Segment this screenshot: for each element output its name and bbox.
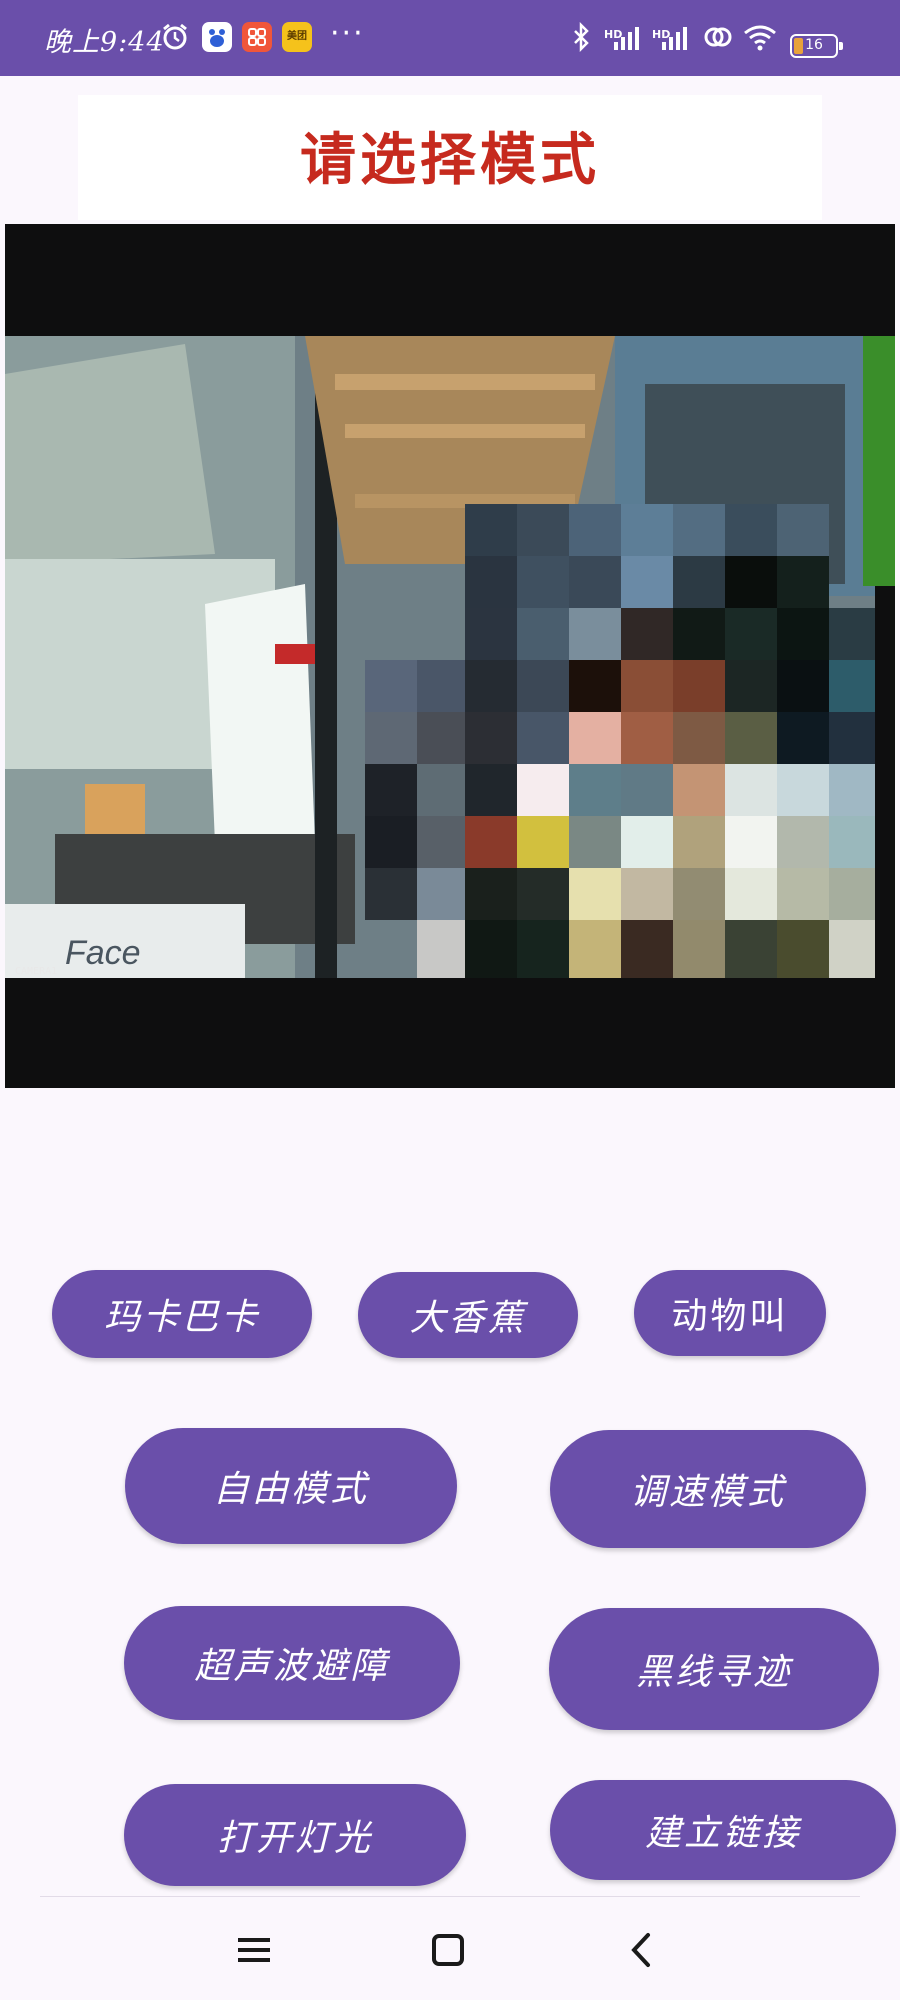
menu-icon[interactable] (234, 1930, 274, 1970)
wifi-icon (744, 25, 776, 51)
animal-sound-button[interactable]: 动物叫 (634, 1270, 826, 1356)
ultrasonic-avoidance-button[interactable]: 超声波避障 (124, 1606, 460, 1720)
bluetooth-icon (574, 22, 589, 52)
makabaka-button[interactable]: 玛卡巴卡 (52, 1270, 312, 1358)
title-card: 请选择模式 (78, 95, 822, 220)
xiaohongshu-icon (242, 22, 272, 52)
signal-2-icon (662, 27, 687, 50)
battery-icon: 16 (790, 34, 843, 58)
hotspot-link-icon (704, 27, 732, 47)
camera-label: CAMERA1 (15, 966, 58, 977)
alarm-icon (163, 23, 187, 50)
meituan-label: 美团 (287, 31, 307, 42)
light-on-button[interactable]: 打开灯光 (124, 1784, 466, 1886)
camera-overlay-text: Face (65, 934, 141, 972)
camera-frame-image: Face (5, 224, 895, 1088)
meituan-icon: 美团 (282, 22, 312, 52)
status-time: 晚上9:44 (44, 27, 165, 58)
banana-button[interactable]: 大香蕉 (358, 1272, 578, 1358)
navigation-bar (0, 1896, 900, 2000)
status-bar: 晚上9:44 美团 ··· HD HD 16 (0, 0, 900, 76)
nav-divider (40, 1896, 860, 1897)
home-icon[interactable] (428, 1930, 468, 1970)
camera-view: Face CAMERA1 (5, 224, 895, 1088)
more-notifications-icon: ··· (330, 16, 365, 51)
battery-level: 16 (805, 37, 823, 53)
signal-1-icon (614, 27, 639, 50)
baidu-icon (202, 22, 232, 52)
back-icon[interactable] (622, 1930, 662, 1970)
connect-button[interactable]: 建立链接 (550, 1780, 896, 1880)
page-title: 请选择模式 (300, 127, 600, 193)
free-mode-button[interactable]: 自由模式 (125, 1428, 457, 1544)
speed-mode-button[interactable]: 调速模式 (550, 1430, 866, 1548)
line-following-button[interactable]: 黑线寻迹 (549, 1608, 879, 1730)
